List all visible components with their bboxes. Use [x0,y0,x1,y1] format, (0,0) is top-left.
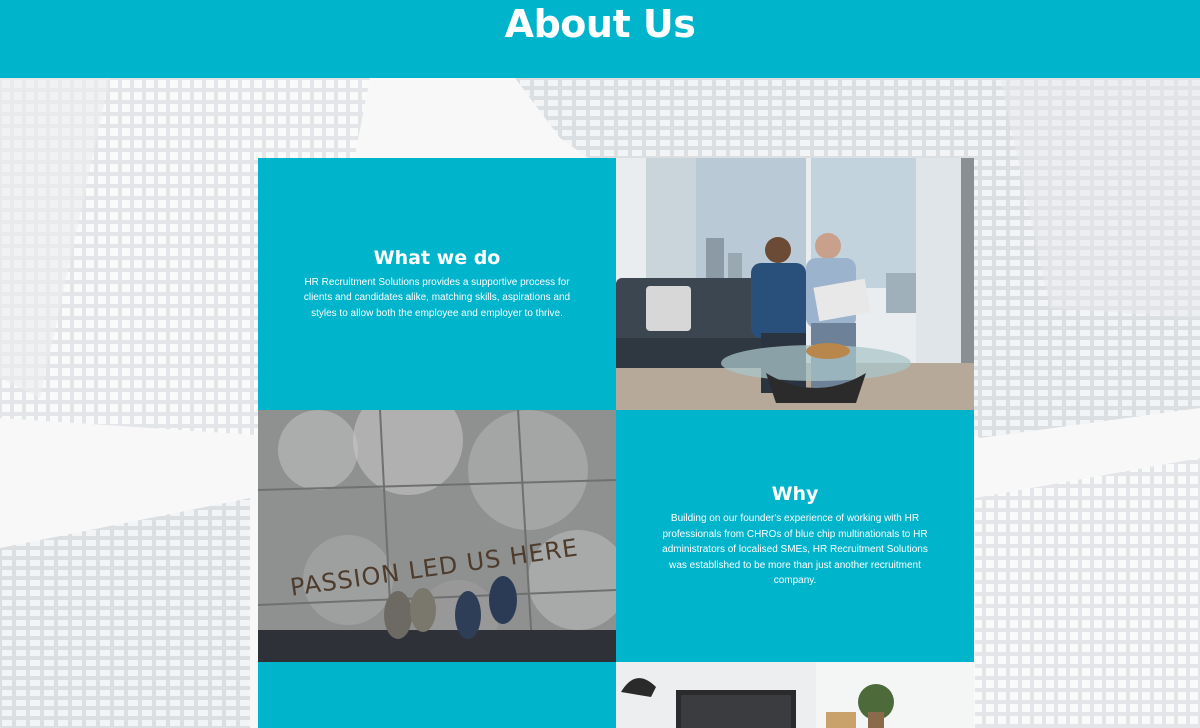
office-meeting-photo [616,158,974,410]
page-title: About Us [504,2,696,46]
why-heading: Why [771,483,819,506]
what-we-do-tile: What we do HR Recruitment Solutions prov… [258,158,616,410]
third-text-tile [258,662,616,728]
about-page: About Us What we do HR Recruitment Solut… [0,0,1200,728]
page-header: About Us [0,0,1200,78]
desk-photo [616,662,974,728]
why-text: Building on our founder's experience of … [662,513,928,587]
passion-led-us-here-photo: PASSION LED US HERE [258,410,616,662]
why-tile: Why Building on our founder's experience… [616,410,974,662]
what-we-do-heading: What we do [373,246,501,269]
what-we-do-text: HR Recruitment Solutions provides a supp… [303,276,571,319]
